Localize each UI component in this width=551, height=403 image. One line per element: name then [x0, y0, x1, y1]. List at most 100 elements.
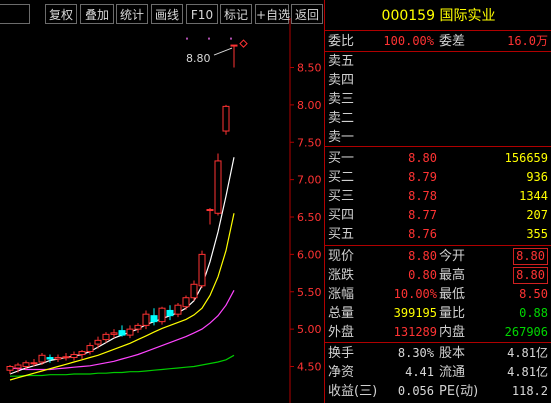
statistics-button[interactable]: 统计	[116, 4, 148, 24]
waipan-label: 外盘	[328, 325, 355, 340]
zuidi-value: 8.50	[519, 287, 548, 301]
price-tick-label: 5.50	[297, 286, 322, 299]
stock-name: 国际实业	[439, 8, 496, 24]
candle-up	[206, 209, 214, 212]
waipan-value: 131289	[393, 325, 437, 339]
candle-up	[174, 304, 182, 315]
buy-price: 8.78	[408, 189, 437, 203]
liangbi-value: 0.88	[519, 306, 548, 320]
weibi-value: 100.00%	[383, 34, 434, 48]
max-price-label: 8.80	[186, 52, 211, 65]
candle-up	[110, 332, 118, 335]
candle-up	[62, 356, 70, 359]
mark-button[interactable]: 标记	[220, 4, 252, 24]
sell-label: 卖五	[328, 54, 355, 69]
weicha-label: 委差	[439, 34, 466, 49]
buy-label: 买四	[328, 208, 355, 223]
candle-up	[54, 357, 62, 360]
candle-up	[14, 364, 22, 369]
neipan-value: 267906	[504, 325, 548, 339]
candle-down	[118, 330, 126, 336]
xianjia-label: 现价	[328, 249, 355, 264]
candle-up	[222, 105, 230, 132]
sell-label: 卖一	[328, 130, 355, 145]
back-button[interactable]: 返回	[291, 4, 323, 24]
price-tick-label: 6.50	[297, 211, 322, 224]
zhangdie-value: 0.80	[408, 268, 437, 282]
huanshou-value: 8.30%	[397, 346, 434, 360]
price-tick-label: 4.50	[297, 361, 322, 374]
buy-price: 8.76	[408, 227, 437, 241]
fuquan-button[interactable]: 复权	[45, 4, 77, 24]
jingzi-row: 净资 4.41 流通 4.81亿	[325, 363, 551, 382]
weibi-row: 委比 100.00% 委差 16.0万	[325, 32, 551, 51]
sell-label: 卖二	[328, 111, 355, 126]
add-watchlist-button[interactable]: +自选	[255, 4, 290, 24]
divider	[325, 245, 551, 246]
buy-volume: 156659	[504, 151, 548, 165]
candle-up	[142, 313, 150, 326]
candle-up	[70, 354, 78, 359]
sell-label: 卖四	[328, 73, 355, 88]
huanshou-row: 换手 8.30% 股本 4.81亿	[325, 344, 551, 363]
stock-code: 000159	[381, 8, 435, 24]
buy-volume: 936	[526, 170, 548, 184]
weibi-label: 委比	[328, 34, 355, 49]
candle-down	[46, 357, 54, 360]
weicha-value: 16.0万	[507, 34, 548, 48]
jinkai-label: 今开	[439, 249, 466, 264]
draw-line-button[interactable]: 画线	[151, 4, 183, 24]
price-tick-label: 8.50	[297, 62, 322, 75]
guide-dot	[208, 37, 210, 40]
sell-row: 卖四	[325, 71, 551, 90]
change-row: 涨跌 0.80 最高 8.80	[325, 266, 551, 285]
guben-value: 4.81亿	[507, 346, 548, 360]
buy-price: 8.77	[408, 208, 437, 222]
buy-volume: 1344	[519, 189, 548, 203]
pe-label: PE(动)	[439, 384, 479, 399]
sell-row: 卖三	[325, 90, 551, 109]
xianjia-value: 8.80	[408, 249, 437, 263]
toolbar-left-cell	[0, 4, 30, 24]
price-tick-label: 5.00	[297, 323, 322, 336]
buy-price: 8.80	[408, 151, 437, 165]
neipan-label: 内盘	[439, 325, 466, 340]
kline-chart[interactable]: 8.50 8.00 7.50 7.00 6.50 6.00 5.50 5.00 4.50 8.80…	[0, 0, 323, 403]
candle-up	[94, 339, 102, 345]
zuidi-label: 最低	[439, 287, 466, 302]
guben-label: 股本	[439, 346, 466, 361]
sell-row: 卖二	[325, 109, 551, 128]
f10-button[interactable]: F10	[186, 4, 218, 24]
kline-plot[interactable]: 8.50 8.00 7.50 7.00 6.50 6.00 5.50 5.00 4.50 8.80	[0, 0, 323, 403]
volume-row: 总量 399195 量比 0.88	[325, 304, 551, 323]
overlay-button[interactable]: 叠加	[80, 4, 114, 24]
buy-label: 买五	[328, 227, 355, 242]
zuigao-value: 8.80	[513, 267, 548, 284]
buy-label: 买三	[328, 189, 355, 204]
candle-up	[158, 307, 166, 323]
inout-row: 外盘 131289 内盘 267906	[325, 323, 551, 342]
pct-row: 涨幅 10.00% 最低 8.50	[325, 285, 551, 304]
shouyi-label: 收益(三)	[328, 384, 378, 399]
buy-row: 买三 8.78 1344	[325, 187, 551, 206]
zongliang-label: 总量	[328, 306, 355, 321]
price-tick-label: 7.50	[297, 136, 322, 149]
candle-up	[30, 362, 38, 365]
pe-value: 118.2	[511, 384, 548, 398]
liangbi-label: 量比	[439, 306, 466, 321]
candle-up	[126, 328, 134, 336]
divider	[325, 342, 551, 343]
candle-up	[134, 324, 142, 330]
price-tick-label: 8.00	[297, 99, 322, 112]
stock-header: 000159 国际实业	[325, 7, 551, 26]
zuigao-label: 最高	[439, 268, 466, 283]
zhangdie-label: 涨跌	[328, 268, 355, 283]
candle-up	[182, 297, 190, 308]
candle-up	[190, 283, 198, 299]
candle-down	[166, 309, 174, 317]
huanshou-label: 换手	[328, 346, 355, 361]
shouyi-row: 收益(三) 0.056 PE(动) 118.2	[325, 382, 551, 401]
chart-toolbar: 复权 叠加 统计 画线 F10 标记 +自选 返回	[0, 4, 323, 24]
jingzi-value: 4.41	[405, 365, 434, 379]
liutong-value: 4.81亿	[507, 365, 548, 379]
